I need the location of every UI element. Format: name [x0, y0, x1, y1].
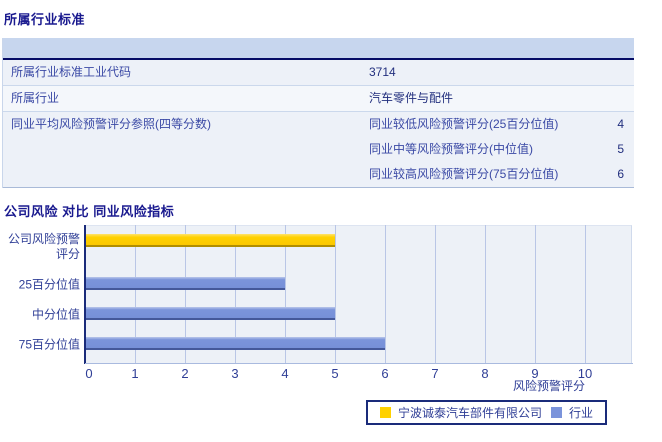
chart-gridline — [435, 225, 436, 364]
legend-item-company: 宁波诚泰汽车部件有限公司 — [380, 404, 542, 421]
x-tick-label: 7 — [431, 366, 439, 381]
legend-label: 行业 — [569, 406, 594, 420]
chart-gridline — [585, 225, 586, 364]
legend-label: 宁波诚泰汽车部件有限公司 — [398, 406, 543, 420]
x-tick-label: 1 — [131, 366, 139, 381]
bar-company — [86, 234, 335, 247]
chart-gridline — [385, 225, 386, 364]
x-tick-label: 5 — [331, 366, 339, 381]
x-tick-label: 3 — [231, 366, 239, 381]
category-label: 75百分位值 — [18, 337, 80, 352]
category-label: 中分位值 — [31, 307, 80, 322]
x-tick-label: 0 — [85, 366, 93, 381]
chart-x-axis — [85, 363, 633, 364]
legend-swatch-icon — [551, 407, 563, 418]
bar-industry — [86, 307, 335, 320]
category-label: 公司风险预警评分 — [7, 232, 80, 261]
x-tick-label: 6 — [381, 366, 389, 381]
category-label: 25百分位值 — [18, 277, 80, 292]
bar-industry — [86, 337, 385, 350]
legend-swatch-icon — [380, 407, 391, 418]
x-axis-label: 风险预警评分 — [512, 379, 585, 393]
x-tick-label: 2 — [181, 366, 189, 381]
x-tick-label: 4 — [281, 366, 289, 381]
risk-comparison-bar-chart: 公司风险预警评分 25百分位值 中分位值 75百分位值 0 1 2 3 4 5 6 7 8 9 10 风险预警… — [0, 0, 662, 442]
chart-legend: 宁波诚泰汽车部件有限公司 行业 — [366, 400, 608, 425]
chart-gridline — [535, 225, 536, 364]
page: 所属行业标准 所属行业标准工业代码 3714 所属行业 汽车零件与配件 同业平均… — [0, 0, 662, 442]
bar-industry — [86, 277, 285, 290]
chart-gridline — [485, 225, 486, 364]
legend-item-industry: 行业 — [551, 404, 593, 421]
